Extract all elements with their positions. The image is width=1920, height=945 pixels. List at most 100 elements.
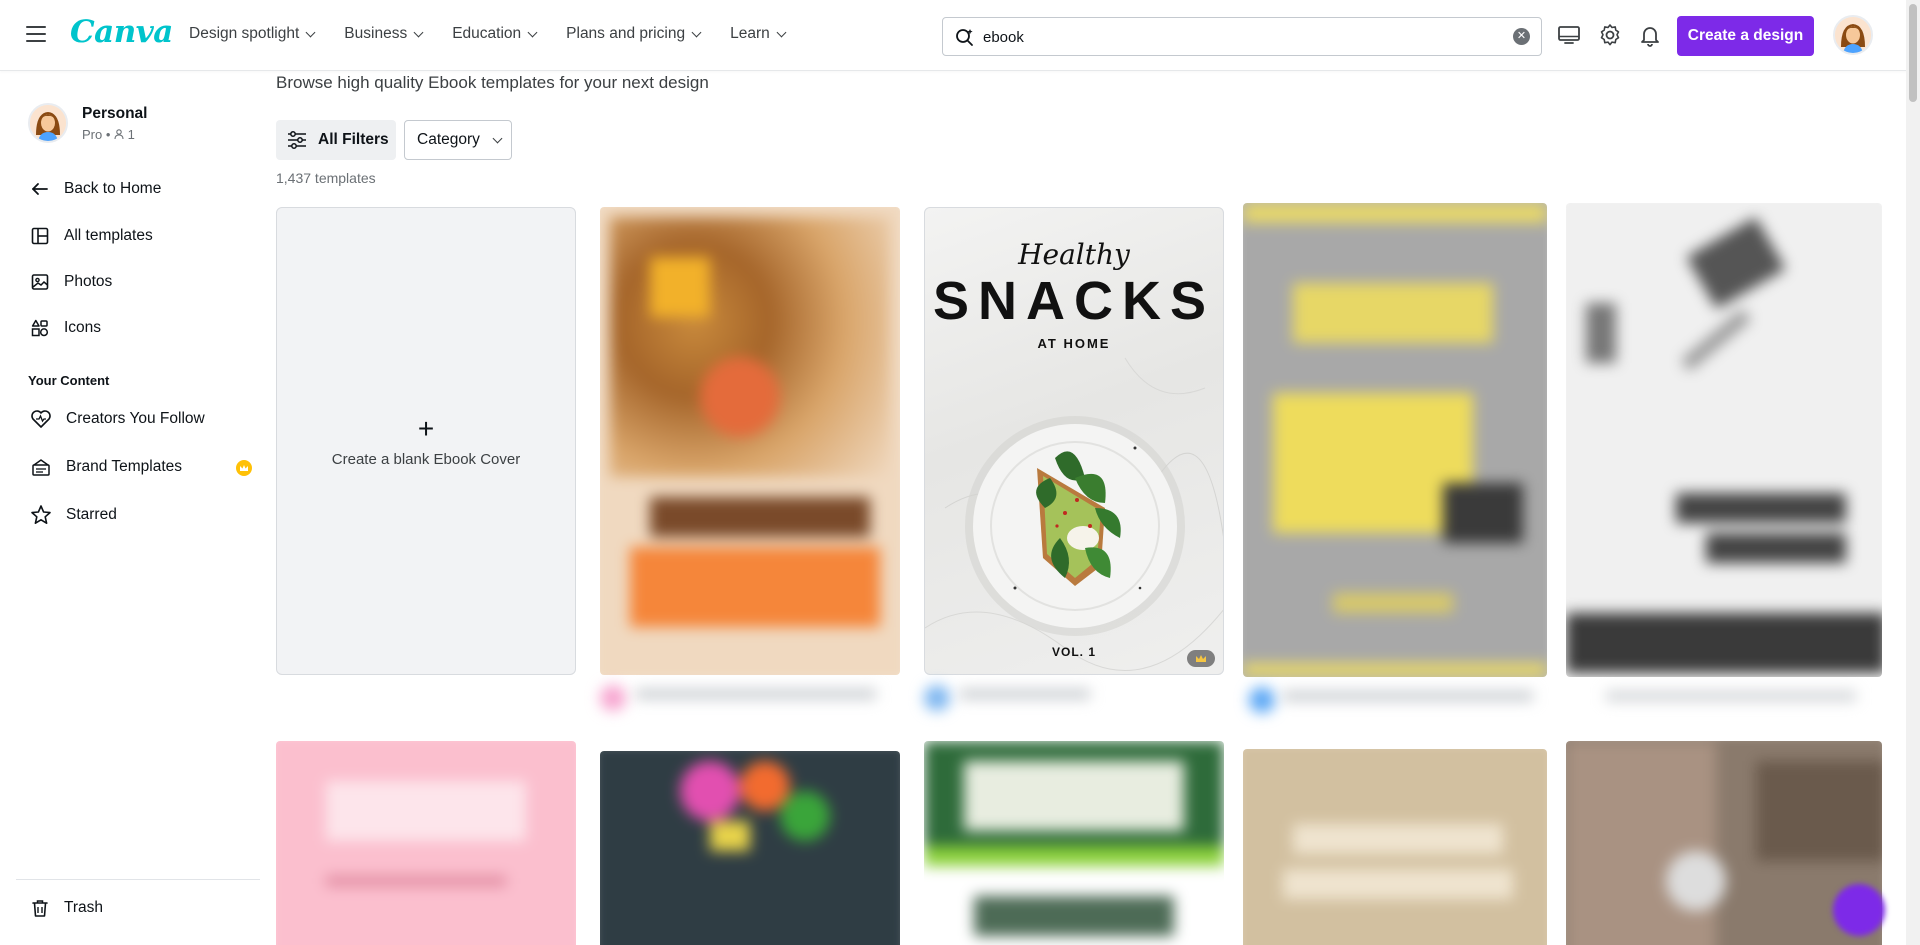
profile-name: Personal: [82, 104, 148, 122]
template-meta: [1243, 683, 1543, 713]
template-card[interactable]: [924, 741, 1224, 945]
avatar: [28, 103, 68, 143]
trash-icon: [32, 900, 48, 917]
nav-label: Education: [452, 25, 522, 42]
featured-title-main: SNACKS: [932, 271, 1216, 331]
template-meta: [1566, 683, 1882, 713]
scrollbar-thumb[interactable]: [1909, 4, 1917, 102]
desktop-app-icon[interactable]: [1556, 22, 1582, 48]
search-input[interactable]: [983, 26, 1483, 48]
filters-label: All Filters: [318, 131, 389, 148]
template-meta: [600, 683, 900, 713]
plan-label: Pro: [82, 126, 103, 142]
sidebar-item-label: Creators You Follow: [66, 410, 205, 427]
profile-switcher[interactable]: Personal Pro • 1: [28, 103, 147, 143]
sidebar-item-all-templates[interactable]: All templates: [30, 226, 153, 246]
chevron-down-icon: [691, 27, 702, 37]
create-blank-card[interactable]: + Create a blank Ebook Cover: [276, 207, 576, 675]
sidebar-item-back-home[interactable]: Back to Home: [30, 179, 161, 199]
template-card[interactable]: [276, 741, 576, 945]
featured-volume: VOL. 1: [1051, 645, 1096, 659]
template-card[interactable]: [1243, 203, 1547, 677]
menu-icon[interactable]: [26, 26, 46, 46]
template-thumbnail: [276, 741, 576, 945]
sidebar-item-label: Photos: [64, 273, 113, 290]
sidebar-item-label: Icons: [64, 319, 102, 336]
sidebar-item-label: Trash: [64, 899, 104, 916]
profile-plan: Pro • 1: [82, 126, 135, 142]
all-filters-button[interactable]: All Filters: [276, 120, 396, 160]
divider: [16, 879, 260, 880]
search-icon: [956, 29, 973, 46]
template-thumbnail: [1566, 203, 1882, 677]
sidebar-item-brand-templates[interactable]: Brand Templates: [30, 457, 182, 477]
category-label: Category: [417, 131, 480, 148]
member-count: 1: [127, 126, 135, 142]
star-icon: [31, 505, 51, 524]
shapes-icon: [31, 319, 49, 337]
person-icon: [114, 128, 124, 139]
template-count: 1,437 templates: [276, 170, 376, 186]
template-thumbnail: [1243, 749, 1547, 945]
nav-plans-pricing[interactable]: Plans and pricing: [566, 25, 702, 43]
avatar-image: [30, 105, 66, 141]
gear-icon[interactable]: [1597, 22, 1623, 48]
sidebar-item-creators-you-follow[interactable]: Creators You Follow: [30, 409, 205, 429]
category-dropdown[interactable]: Category: [404, 120, 512, 160]
nav-design-spotlight[interactable]: Design spotlight: [189, 25, 316, 43]
avatar-image: [1835, 17, 1871, 53]
nav-education[interactable]: Education: [452, 25, 538, 43]
sidebar-item-label: Brand Templates: [66, 458, 183, 475]
nav-label: Design spotlight: [189, 25, 300, 42]
template-thumbnail: [600, 207, 900, 675]
nav-label: Business: [344, 25, 408, 42]
user-avatar[interactable]: [1833, 15, 1873, 55]
scrollbar[interactable]: [1906, 0, 1920, 945]
brand-kit-icon: [32, 459, 50, 476]
arrow-left-icon: [32, 183, 48, 195]
chevron-down-icon: [776, 27, 787, 37]
featured-title-script: Healthy: [1018, 238, 1130, 271]
template-thumbnail: [1243, 203, 1547, 677]
sidebar-item-starred[interactable]: Starred: [30, 504, 117, 526]
sidebar-item-icons[interactable]: Icons: [30, 318, 101, 338]
sidebar-item-photos[interactable]: Photos: [30, 272, 112, 292]
search-bar: ✕: [942, 17, 1542, 56]
chevron-down-icon: [305, 27, 316, 37]
sidebar: Personal Pro • 1 Back to Home All templa…: [0, 71, 262, 945]
nav-learn[interactable]: Learn: [730, 25, 787, 43]
sidebar-item-label: All templates: [64, 227, 153, 244]
heart-icon: [31, 410, 51, 428]
template-card[interactable]: [600, 207, 900, 675]
plus-icon: +: [417, 412, 435, 444]
clear-search-icon[interactable]: ✕: [1513, 28, 1530, 45]
image-icon: [31, 274, 49, 290]
main-content: Browse high quality Ebook templates for …: [276, 71, 1906, 945]
template-card[interactable]: [1566, 203, 1882, 677]
sidebar-item-trash[interactable]: Trash: [30, 898, 103, 918]
top-bar: Canva Design spotlight Business Educatio…: [0, 0, 1920, 71]
template-meta: [924, 683, 1224, 713]
create-design-button[interactable]: Create a design: [1677, 16, 1814, 56]
filter-icon: [288, 131, 306, 149]
section-title-your-content: Your Content: [28, 373, 110, 388]
nav-label: Learn: [730, 25, 770, 42]
chevron-down-icon: [527, 27, 538, 37]
page-subtitle: Browse high quality Ebook templates for …: [276, 73, 709, 92]
assistant-fab[interactable]: [1833, 884, 1885, 936]
template-thumbnail: [924, 741, 1224, 945]
crown-icon: [1187, 650, 1215, 667]
sidebar-item-label: Starred: [66, 506, 117, 523]
chevron-down-icon: [492, 133, 503, 143]
template-thumbnail: [600, 751, 900, 945]
chevron-down-icon: [413, 27, 424, 37]
featured-title-sub: AT HOME: [1037, 336, 1111, 351]
canva-logo[interactable]: Canva: [70, 14, 173, 50]
nav-label: Plans and pricing: [566, 25, 686, 42]
template-card[interactable]: [1243, 749, 1547, 945]
bell-icon[interactable]: [1637, 22, 1663, 48]
template-card[interactable]: [600, 751, 900, 945]
template-card-healthy-snacks[interactable]: Healthy SNACKS AT HOME VOL. 1: [924, 207, 1224, 675]
nav-business[interactable]: Business: [344, 25, 424, 43]
blank-card-label: Create a blank Ebook Cover: [331, 450, 521, 468]
